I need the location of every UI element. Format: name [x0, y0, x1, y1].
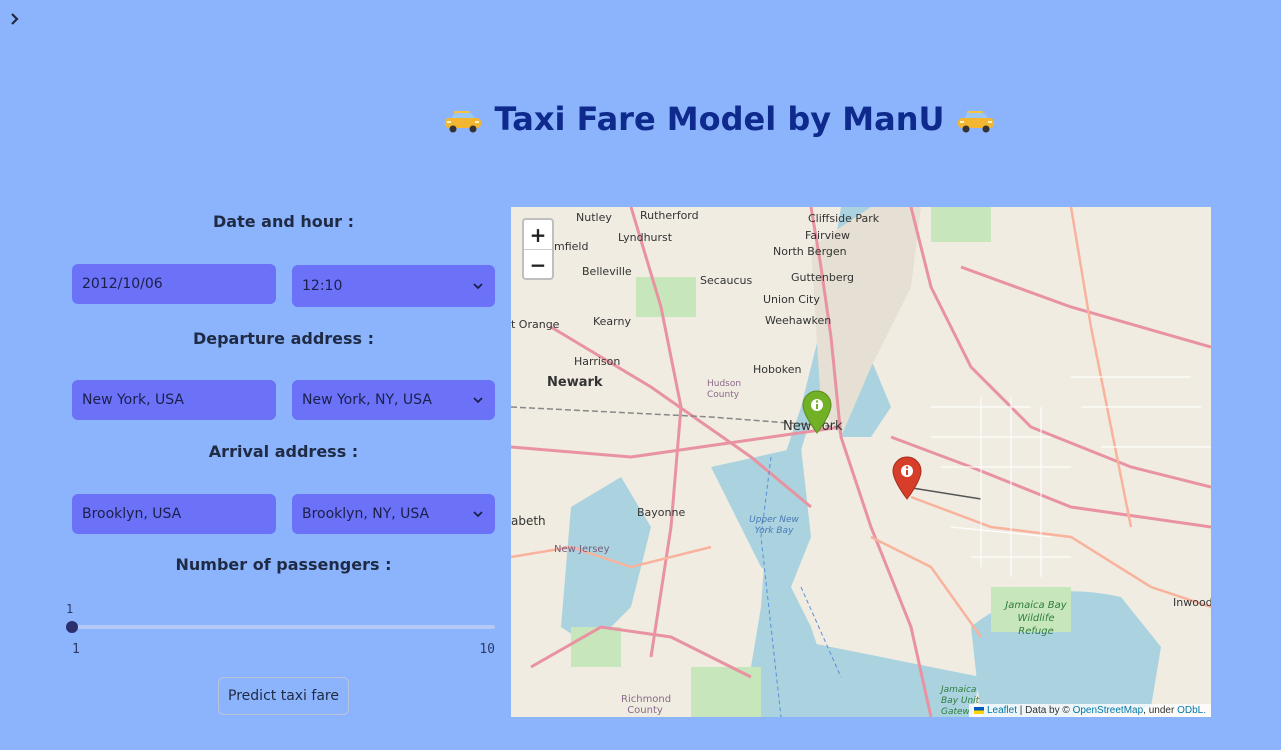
chevron-right-icon — [11, 13, 19, 25]
map-label-guttenberg: Guttenberg — [791, 271, 854, 284]
arrival-input-value: Brooklyn, USA — [82, 506, 182, 522]
attribution-under: , under — [1143, 705, 1175, 716]
arrival-section-label: Arrival address : — [208, 442, 359, 461]
slider-current-value: 1 — [66, 602, 74, 616]
hour-select-value: 12:10 — [302, 278, 343, 294]
map-label-richmond-county: Richmond County — [621, 694, 672, 716]
hour-select[interactable]: 12:10 — [292, 265, 495, 307]
map-label-hoboken: Hoboken — [753, 363, 802, 376]
passengers-section-label: Number of passengers : — [175, 555, 392, 574]
title-text: Taxi Fare Model by ManU — [494, 100, 945, 138]
zoom-control: + − — [522, 218, 554, 280]
map-label-north-bergen: North Bergen — [773, 245, 847, 258]
arrival-input[interactable]: Brooklyn, USA — [72, 494, 276, 534]
date-section-label: Date and hour : — [213, 212, 354, 231]
osm-link[interactable]: OpenStreetMap — [1073, 705, 1144, 716]
map-label-kearny: Kearny — [593, 315, 631, 328]
date-input[interactable]: 2012/10/06 — [72, 264, 276, 304]
departure-marker[interactable] — [802, 390, 832, 434]
zoom-out-button[interactable]: − — [524, 250, 552, 279]
chevron-down-icon — [473, 283, 483, 290]
departure-select-value: New York, NY, USA — [302, 392, 432, 408]
map-label-secaucus: Secaucus — [700, 274, 753, 287]
map-label-elizabeth: abeth — [511, 514, 546, 528]
zoom-in-button[interactable]: + — [524, 220, 552, 250]
map-label-harrison: Harrison — [574, 355, 621, 368]
map-label-fairview: Fairview — [805, 229, 850, 242]
map-label-newark: Newark — [547, 375, 603, 390]
date-input-value: 2012/10/06 — [82, 276, 163, 292]
arrival-select-value: Brooklyn, NY, USA — [302, 506, 430, 522]
departure-input-value: New York, USA — [82, 392, 184, 408]
departure-input[interactable]: New York, USA — [72, 380, 276, 420]
map-label-rutherford: Rutherford — [640, 209, 699, 222]
departure-section-label: Departure address : — [192, 329, 375, 348]
map-label-inwood: Inwood — [1173, 596, 1211, 609]
map-label-bayonne: Bayonne — [637, 506, 686, 519]
map-label-union-city: Union City — [763, 293, 820, 306]
taxi-icon — [445, 111, 482, 133]
map-tiles[interactable] — [511, 207, 1211, 717]
slider-thumb[interactable] — [66, 621, 78, 633]
map-label-upper-bay: Upper New York Bay — [749, 515, 799, 536]
map-label-belleville: Belleville — [582, 265, 632, 278]
map-label-weehawken: Weehawken — [765, 314, 832, 327]
slider-max-label: 10 — [479, 642, 495, 657]
chevron-down-icon — [473, 397, 483, 404]
map-label-orange: t Orange — [511, 318, 560, 331]
map-label-new-jersey: New Jersey — [554, 544, 610, 555]
chevron-down-icon — [473, 511, 483, 518]
page-title: Taxi Fare Model by ManU — [0, 100, 1281, 138]
slider-track[interactable] — [72, 625, 495, 629]
map-view[interactable]: Rutherford Nutley Lyndhurst Cliffside Pa… — [511, 207, 1211, 717]
map-attribution: Leaflet | Data by © OpenStreetMap, under… — [969, 704, 1211, 717]
sidebar-toggle-button[interactable] — [6, 8, 24, 30]
taxi-icon — [957, 111, 994, 133]
map-label-nutley: Nutley — [576, 211, 612, 224]
map-label-jamaica-bay: Jamaica Bay Wildlife Refuge — [1005, 600, 1067, 637]
map-label-hudson-county: Hudson County — [707, 379, 742, 400]
map-label-lyndhurst: Lyndhurst — [618, 231, 673, 244]
map-label-cliffside-park: Cliffside Park — [808, 212, 880, 225]
attribution-data-by: | Data by © — [1019, 705, 1070, 716]
odbl-link[interactable]: ODbL. — [1177, 705, 1206, 716]
arrival-select[interactable]: Brooklyn, NY, USA — [292, 494, 495, 534]
slider-min-label: 1 — [72, 642, 80, 657]
map-label-bloomfield: mfield — [554, 240, 589, 253]
ukraine-flag-icon — [974, 706, 985, 714]
predict-button[interactable]: Predict taxi fare — [218, 677, 349, 715]
arrival-marker[interactable] — [892, 456, 922, 500]
passengers-slider[interactable]: 1 1 10 — [66, 600, 495, 660]
departure-select[interactable]: New York, NY, USA — [292, 380, 495, 420]
leaflet-link[interactable]: Leaflet — [987, 705, 1017, 716]
